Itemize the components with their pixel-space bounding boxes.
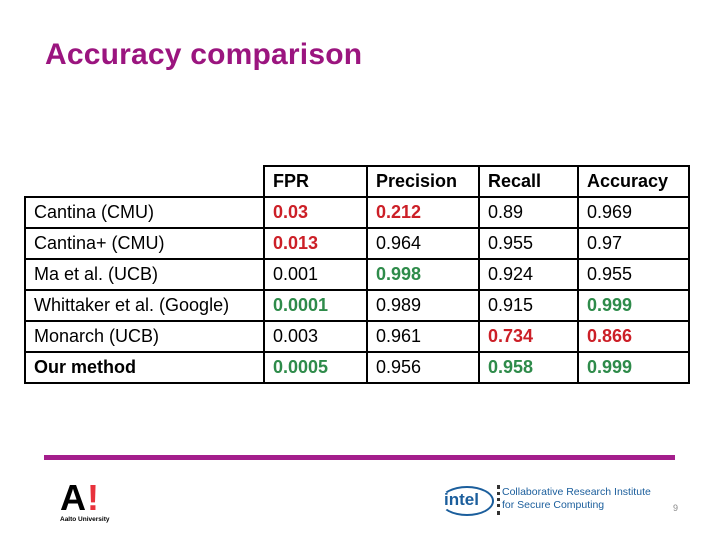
recall-cell: 0.734 — [478, 320, 579, 353]
recall-cell: 0.915 — [478, 289, 579, 322]
precision-cell: 0.956 — [366, 351, 480, 384]
table-row: Ma et al. (UCB) 0.001 0.998 0.924 0.955 — [24, 258, 690, 291]
precision-cell: 0.989 — [366, 289, 480, 322]
precision-cell: 0.212 — [366, 196, 480, 229]
aalto-logo-exclamation: ! — [87, 477, 99, 518]
intel-crisc-logo: intel Collaborative Research Institute f… — [440, 484, 700, 524]
header-recall: Recall — [478, 165, 579, 198]
method-name-cell: Cantina+ (CMU) — [24, 227, 265, 260]
precision-cell: 0.998 — [366, 258, 480, 291]
accuracy-cell: 0.969 — [577, 196, 690, 229]
page-number: 9 — [673, 503, 679, 513]
table-row: Whittaker et al. (Google) 0.0001 0.989 0.91… — [24, 289, 690, 322]
table-row: Cantina+ (CMU) 0.013 0.964 0.955 0.97 — [24, 227, 690, 260]
table-row: Our method 0.0005 0.956 0.958 0.999 — [24, 351, 690, 384]
institute-name: Collaborative Research Institute for Sec… — [502, 486, 651, 512]
footer-divider — [44, 455, 675, 460]
recall-cell: 0.955 — [478, 227, 579, 260]
fpr-cell: 0.013 — [263, 227, 368, 260]
header-cell-empty — [25, 166, 265, 198]
institute-line-1: Collaborative Research Institute — [502, 486, 651, 498]
method-name-cell: Monarch (UCB) — [24, 320, 265, 353]
fpr-cell: 0.0005 — [263, 351, 368, 384]
table-header-row: FPR Precision Recall Accuracy — [25, 165, 690, 198]
method-name-cell: Our method — [24, 351, 265, 384]
header-precision: Precision — [366, 165, 480, 198]
precision-cell: 0.961 — [366, 320, 480, 353]
method-name-cell: Ma et al. (UCB) — [24, 258, 265, 291]
recall-cell: 0.924 — [478, 258, 579, 291]
method-name-cell: Cantina (CMU) — [24, 196, 265, 229]
accuracy-cell: 0.97 — [577, 227, 690, 260]
recall-cell: 0.89 — [478, 196, 579, 229]
aalto-name: Aalto University — [60, 516, 110, 523]
fpr-cell: 0.001 — [263, 258, 368, 291]
intel-logo-text: intel — [444, 490, 479, 509]
institute-line-2: for Secure Computing — [502, 499, 605, 511]
method-name-cell: Whittaker et al. (Google) — [24, 289, 265, 322]
header-fpr: FPR — [263, 165, 368, 198]
accuracy-cell: 0.999 — [577, 289, 690, 322]
accuracy-cell: 0.866 — [577, 320, 690, 353]
recall-cell: 0.958 — [478, 351, 579, 384]
slide-title: Accuracy comparison — [45, 38, 363, 71]
fpr-cell: 0.03 — [263, 196, 368, 229]
aalto-university-logo: A ! Aalto University — [60, 480, 120, 525]
fpr-cell: 0.003 — [263, 320, 368, 353]
precision-cell: 0.964 — [366, 227, 480, 260]
accuracy-cell: 0.955 — [577, 258, 690, 291]
table-row: Cantina (CMU) 0.03 0.212 0.89 0.969 — [24, 196, 690, 229]
aalto-logo-a: A — [60, 477, 86, 518]
table-row: Monarch (UCB) 0.003 0.961 0.734 0.866 — [24, 320, 690, 353]
accuracy-cell: 0.999 — [577, 351, 690, 384]
fpr-cell: 0.0001 — [263, 289, 368, 322]
accuracy-comparison-table: FPR Precision Recall Accuracy Cantina (C… — [24, 165, 690, 384]
header-accuracy: Accuracy — [577, 165, 690, 198]
logo-separator — [497, 485, 500, 515]
